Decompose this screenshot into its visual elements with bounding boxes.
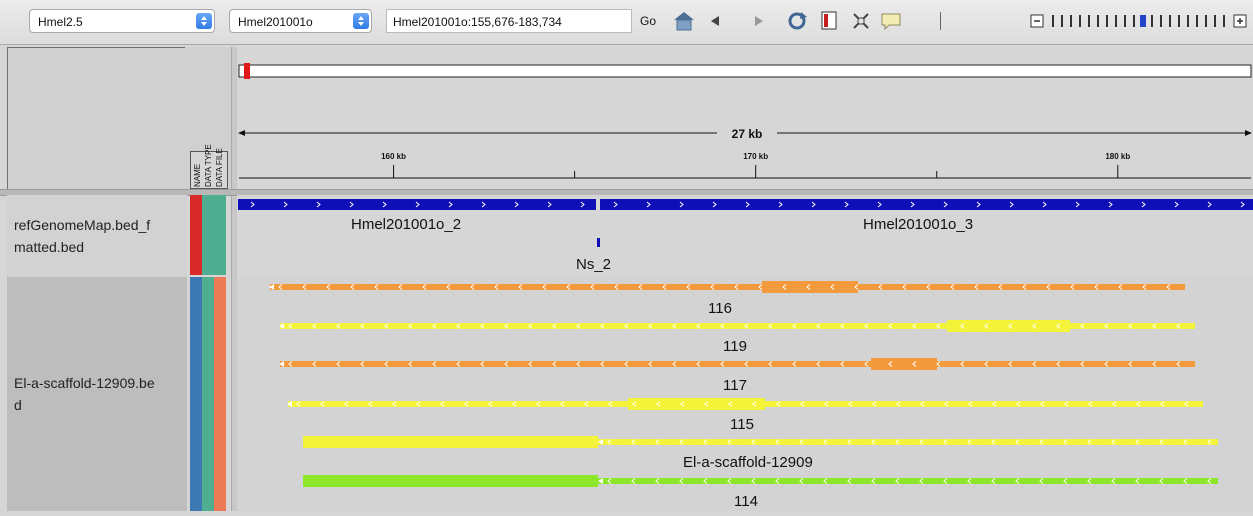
ref-feature-label: Hmel201001o_3 [863,216,974,233]
zoom-tick[interactable] [1178,15,1180,27]
chevron-updown-icon [353,13,369,29]
locus-input[interactable]: Hmel201001o:155,676-183,734 [386,9,632,33]
track-name-panel: refGenomeMap.bed_f matted.bed El-a-scaff… [7,195,187,511]
zoom-tick[interactable] [1214,15,1216,27]
zoom-widget[interactable] [1030,12,1250,32]
scaffold-feature-label: 119 [723,338,747,355]
region-of-interest-icon[interactable] [819,10,839,32]
attr-name-cell-scaffold[interactable] [190,277,202,511]
ref-track-name-row[interactable]: refGenomeMap.bed_f matted.bed [7,195,187,275]
attr-name-cell-ref[interactable] [190,195,202,275]
scaffold-feature-label: 117 [723,377,747,394]
data-panel[interactable]: Hmel201001o_2 Hmel201001o_3 Ns_2 116 119… [237,195,1253,511]
ruler-tick-label: 180 kb [1105,152,1130,161]
ruler-tick-label: 160 kb [381,152,406,161]
toolbar: Hmel2.5 Hmel201001o Hmel201001o:155,676-… [0,0,1253,45]
zoom-ticks [1052,15,1225,27]
zoom-tick[interactable] [1079,15,1081,27]
scaffold-feature-label: 114 [734,493,758,510]
scaffold-track-name-line2: d [14,397,22,413]
ref-feature-hmel201001o-3[interactable] [600,199,1253,210]
zoom-tick[interactable] [1187,15,1189,27]
toolbar-divider [940,12,941,30]
zoom-tick[interactable] [1160,15,1162,27]
attribute-header-data-type[interactable]: DATA TYPE [204,144,213,187]
zoom-tick[interactable] [1223,15,1225,27]
attribute-header-data-file[interactable]: DATA FILE [215,148,224,187]
ruler-span-label: 27 kb [732,127,763,141]
genome-select-value: Hmel2.5 [38,15,83,29]
genome-select[interactable]: Hmel2.5 [29,9,215,33]
chromosome-ideogram[interactable] [238,64,1252,78]
forward-arrow-icon[interactable] [752,13,766,29]
chevron-updown-icon [196,13,212,29]
zoom-tick[interactable] [1106,15,1108,27]
attribute-header-name[interactable]: NAME [193,164,202,187]
ruler-panel: 27 kb 160 kb 170 kb 180 kb [237,47,1253,189]
zoom-tick[interactable] [1151,15,1153,27]
ref-feature-hmel201001o-2[interactable] [238,199,596,210]
zoom-tick[interactable] [1115,15,1117,27]
refresh-icon[interactable] [785,10,809,32]
ref-track-name-line2: matted.bed [14,239,85,255]
zoom-tick[interactable] [1097,15,1099,27]
chromosome-select-value: Hmel201001o [238,15,313,29]
zoom-tick[interactable] [1124,15,1126,27]
zoom-tick[interactable] [1061,15,1063,27]
ideogram-current-region [244,63,250,79]
attr-file-cell-scaffold[interactable] [214,277,226,511]
ref-feature-label: Ns_2 [576,256,612,273]
scaffold-feature-label: 116 [708,300,732,317]
attr-type-cell-ref[interactable] [202,195,214,275]
ruler-ticks [393,165,1119,178]
home-icon[interactable] [672,10,696,32]
go-button[interactable]: Go [640,9,656,33]
ruler-tick-label: 170 kb [743,152,768,161]
attribute-header-panel: NAME DATA TYPE DATA FILE [185,47,231,189]
scaffold-feature-label: El-a-scaffold-12909 [683,454,813,471]
chromosome-select[interactable]: Hmel201001o [229,9,372,33]
popup-text-icon[interactable] [880,10,904,32]
ref-feature-ns-2[interactable] [597,238,600,247]
resize-tracks-icon[interactable] [850,10,872,32]
zoom-tick[interactable] [1196,15,1198,27]
scaffold-track-name-line1: El-a-scaffold-12909.be [14,375,155,391]
zoom-tick[interactable] [1088,15,1090,27]
zoom-current-level[interactable] [1140,15,1146,27]
zoom-tick[interactable] [1133,15,1135,27]
zoom-tick[interactable] [1052,15,1054,27]
attr-type-cell-scaffold[interactable] [202,277,214,511]
zoom-tick[interactable] [1169,15,1171,27]
ref-feature-label: Hmel201001o_2 [351,216,462,233]
scaffold-track-name-row[interactable]: El-a-scaffold-12909.be d [7,277,187,511]
ruler-svg: 27 kb 160 kb 170 kb 180 kb [238,63,1252,179]
scaffold-feature-label: 115 [730,416,754,433]
attr-file-cell-ref[interactable] [214,195,226,275]
zoom-tick[interactable] [1070,15,1072,27]
back-arrow-icon[interactable] [708,13,722,29]
ref-track-name-line1: refGenomeMap.bed_f [14,217,151,233]
zoom-tick[interactable] [1205,15,1207,27]
header-name-panel [7,47,186,191]
